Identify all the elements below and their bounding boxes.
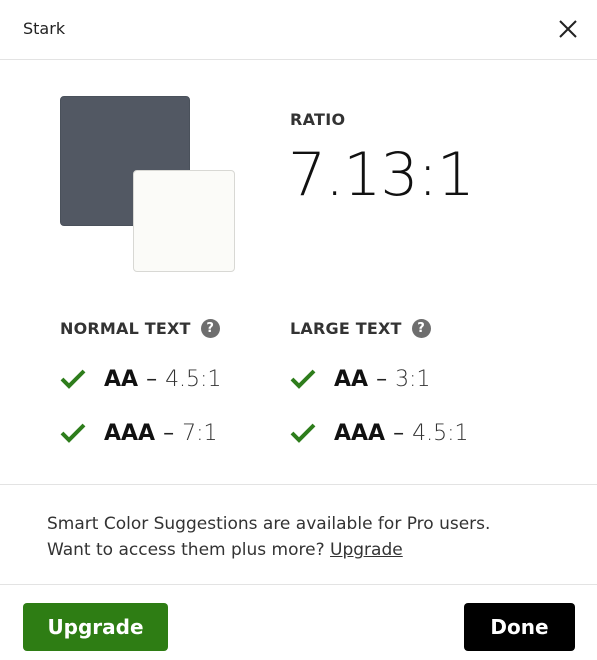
upgrade-button[interactable]: Upgrade xyxy=(23,603,168,651)
help-icon[interactable]: ? xyxy=(200,318,220,338)
normal-text-section: NORMAL TEXT ? AA – 4.5:1 AAA – 7:1 xyxy=(60,316,221,448)
large-aaa-row: AAA – 4.5:1 xyxy=(290,418,469,448)
promo-line-2-text: Want to access them plus more? xyxy=(47,540,325,560)
ratio-label: RATIO xyxy=(290,110,346,129)
requirement: 3:1 xyxy=(395,366,431,392)
normal-text-heading: NORMAL TEXT xyxy=(60,318,191,338)
dash: – xyxy=(376,366,388,392)
requirement: 7:1 xyxy=(182,420,218,446)
dash: – xyxy=(393,420,405,446)
check-icon xyxy=(60,369,86,389)
check-icon xyxy=(60,423,86,443)
dash: – xyxy=(163,420,175,446)
promo-text: Smart Color Suggestions are available fo… xyxy=(47,511,490,563)
check-icon xyxy=(290,369,316,389)
level-label: AA xyxy=(104,366,139,392)
requirement: 4.5:1 xyxy=(412,420,469,446)
level-label: AA xyxy=(334,366,369,392)
ratio-value: 7.13:1 xyxy=(288,140,475,210)
promo-line-2: Want to access them plus more? Upgrade xyxy=(47,537,490,563)
normal-aaa-row: AAA – 7:1 xyxy=(60,418,221,448)
divider xyxy=(0,584,597,585)
normal-aa-row: AA – 4.5:1 xyxy=(60,364,221,394)
help-icon[interactable]: ? xyxy=(411,318,431,338)
divider xyxy=(0,484,597,485)
background-swatch xyxy=(133,170,235,272)
large-text-section: LARGE TEXT ? AA – 3:1 AAA – 4.5:1 xyxy=(290,316,469,448)
dialog-title: Stark xyxy=(23,19,66,38)
check-icon xyxy=(290,423,316,443)
dialog-header: Stark xyxy=(0,0,597,60)
requirement: 4.5:1 xyxy=(165,366,222,392)
large-aa-row: AA – 3:1 xyxy=(290,364,469,394)
level-label: AAA xyxy=(334,420,386,446)
done-button[interactable]: Done xyxy=(464,603,575,651)
dash: – xyxy=(146,366,158,392)
level-label: AAA xyxy=(104,420,156,446)
upgrade-link[interactable]: Upgrade xyxy=(330,540,403,560)
promo-line-1: Smart Color Suggestions are available fo… xyxy=(47,514,491,534)
large-text-heading: LARGE TEXT xyxy=(290,318,402,338)
close-icon[interactable] xyxy=(557,18,579,40)
